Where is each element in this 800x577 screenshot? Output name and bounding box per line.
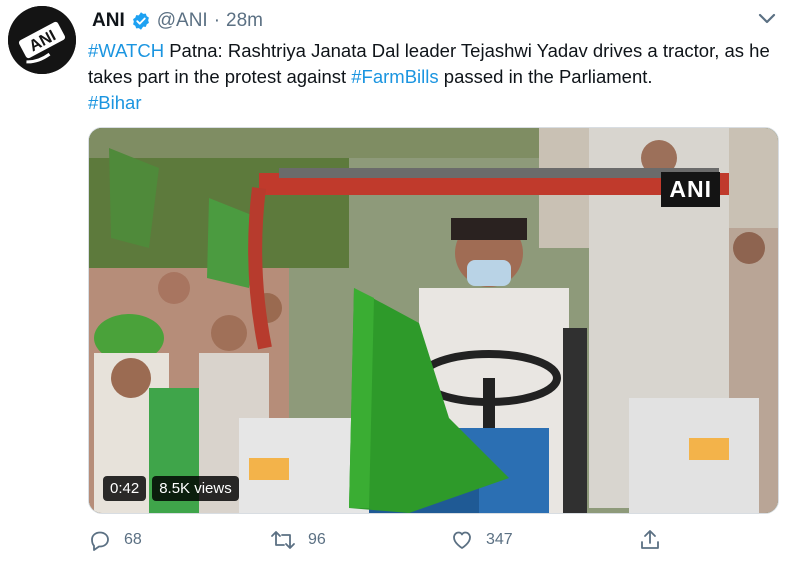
hashtag-bihar[interactable]: #Bihar [88,92,141,113]
ani-watermark: ANI [661,172,720,207]
like-count: 347 [486,531,513,548]
author-name[interactable]: ANI [92,10,125,32]
retweet-icon [270,528,296,552]
tweet-header: ANI @ANI · 28m [92,8,263,34]
tweet-card[interactable]: ANI ANI @ANI · 28m #WATCH Patna: Rashtri… [0,0,800,577]
tweet-timestamp[interactable]: 28m [226,10,263,32]
like-icon [450,528,474,552]
retweet-button[interactable]: 96 [270,528,326,552]
reply-icon [88,528,112,552]
video-badges: 0:42 8.5K views [103,476,239,501]
hashtag-farmbills[interactable]: #FarmBills [351,66,438,87]
tweet-text-end: passed in the Parliament. [438,66,653,87]
hashtag-watch[interactable]: #WATCH [88,40,164,61]
tweet-actions: 68 96 347 [88,528,688,556]
chevron-down-icon[interactable] [756,10,778,28]
video-duration: 0:42 [103,476,147,501]
separator-dot: · [213,10,221,31]
video-player[interactable]: ANI 0:42 8.5K views [88,127,779,514]
reply-count: 68 [124,531,142,548]
like-button[interactable]: 347 [450,528,513,552]
video-views: 8.5K views [152,476,239,501]
share-icon [638,528,662,552]
retweet-count: 96 [308,531,326,548]
share-button[interactable] [638,528,662,552]
reply-button[interactable]: 68 [88,528,142,552]
verified-badge-icon [131,11,151,31]
tweet-text: #WATCH Patna: Rashtriya Janata Dal leade… [88,38,778,116]
author-handle[interactable]: @ANI [157,10,208,32]
ani-logo: ANI [8,6,76,74]
author-avatar[interactable]: ANI [8,6,76,74]
